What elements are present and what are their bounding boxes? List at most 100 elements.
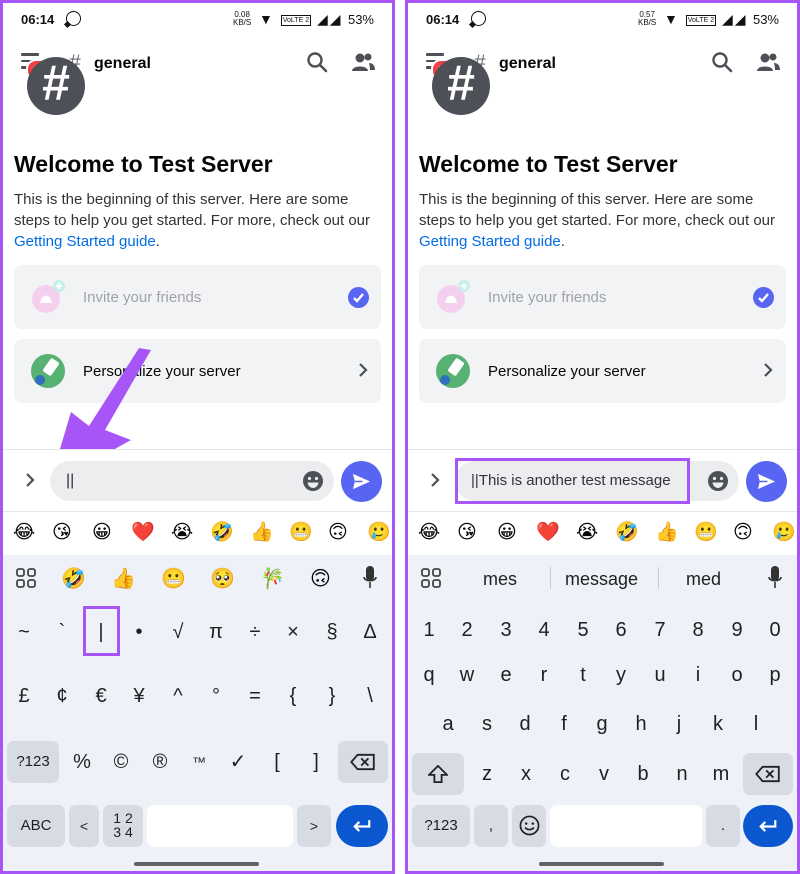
emoji-suggestion[interactable]: 👍 xyxy=(111,566,136,591)
key-6[interactable]: 6 xyxy=(604,609,638,651)
search-icon[interactable] xyxy=(306,51,328,73)
key-divide[interactable]: ÷ xyxy=(238,611,272,653)
key-checkmark[interactable]: ✓ xyxy=(221,741,255,783)
key-u[interactable]: u xyxy=(643,654,677,696)
key-7[interactable]: 7 xyxy=(643,609,677,651)
emoji-suggestion[interactable]: 😂 xyxy=(418,522,440,544)
emoji-suggestion[interactable]: 🥲 xyxy=(367,522,391,544)
key-c[interactable]: c xyxy=(548,753,582,795)
key-backtick[interactable]: ` xyxy=(45,611,79,653)
key-t[interactable]: t xyxy=(566,654,600,696)
key-degree[interactable]: ° xyxy=(199,675,233,717)
key-1[interactable]: 1 xyxy=(412,609,446,651)
emoji-suggestion[interactable]: 🤣 xyxy=(210,522,234,544)
key-copyright[interactable]: © xyxy=(104,741,138,783)
key-m[interactable]: m xyxy=(704,753,738,795)
channel-name[interactable]: general xyxy=(499,55,556,73)
key-0[interactable]: 0 xyxy=(758,609,792,651)
emoji-suggestion[interactable]: 🎋 xyxy=(260,566,285,591)
emoji-suggestion[interactable]: 😭 xyxy=(576,522,598,544)
key-cent[interactable]: ¢ xyxy=(45,675,79,717)
emoji-suggestion[interactable]: 🤣 xyxy=(615,522,639,544)
key-euro[interactable]: € xyxy=(84,675,118,717)
emoji-icon[interactable] xyxy=(302,470,324,492)
key-multiply[interactable]: × xyxy=(276,611,310,653)
key-delta[interactable]: Δ xyxy=(353,611,387,653)
emoji-suggestion[interactable]: ❤️ xyxy=(536,522,560,544)
key-less-than[interactable]: < xyxy=(69,805,99,847)
key-registered[interactable]: ® xyxy=(143,741,177,783)
key-pound[interactable]: £ xyxy=(7,675,41,717)
key-z[interactable]: z xyxy=(470,753,504,795)
emoji-suggestion[interactable]: 😬 xyxy=(161,566,186,591)
apps-grid-icon[interactable] xyxy=(16,568,36,588)
getting-started-link[interactable]: Getting Started guide xyxy=(419,233,561,250)
key-f[interactable]: f xyxy=(547,703,581,745)
enter-key[interactable] xyxy=(336,805,388,847)
key-3[interactable]: 3 xyxy=(489,609,523,651)
expand-icon[interactable] xyxy=(25,472,35,488)
emoji-suggestion[interactable]: 🥲 xyxy=(772,522,796,544)
emoji-suggestion[interactable]: 😘 xyxy=(457,522,477,544)
enter-key[interactable] xyxy=(743,805,793,847)
key-sqrt[interactable]: √ xyxy=(161,611,195,653)
key-s[interactable]: s xyxy=(470,703,504,745)
key-o[interactable]: o xyxy=(720,654,754,696)
key-y[interactable]: y xyxy=(604,654,638,696)
key-l[interactable]: l xyxy=(739,703,773,745)
key-caret[interactable]: ^ xyxy=(161,675,195,717)
key-yen[interactable]: ¥ xyxy=(122,675,156,717)
word-suggestion[interactable]: message xyxy=(565,569,638,590)
key-q[interactable]: q xyxy=(412,654,446,696)
key-trademark[interactable]: ™ xyxy=(182,741,216,783)
personalize-server-card[interactable]: Personalize your server xyxy=(419,339,786,403)
key-tilde[interactable]: ~ xyxy=(7,611,41,653)
emoji-suggestion[interactable]: ❤️ xyxy=(131,522,155,544)
shift-key[interactable] xyxy=(412,753,464,795)
emoji-suggestion[interactable]: 🥺 xyxy=(210,566,235,591)
space-key[interactable] xyxy=(550,805,702,847)
microphone-icon[interactable] xyxy=(768,566,782,590)
key-d[interactable]: d xyxy=(508,703,542,745)
key-pi[interactable]: π xyxy=(199,611,233,653)
microphone-icon[interactable] xyxy=(363,566,377,590)
key-abc[interactable]: ABC xyxy=(7,805,65,847)
key-b[interactable]: b xyxy=(626,753,660,795)
key-r[interactable]: r xyxy=(527,654,561,696)
key-bullet[interactable]: • xyxy=(122,611,156,653)
key-i[interactable]: i xyxy=(681,654,715,696)
key-equals[interactable]: = xyxy=(238,675,272,717)
channel-name[interactable]: general xyxy=(94,55,151,73)
emoji-suggestion[interactable]: 👍 xyxy=(250,522,274,544)
getting-started-link[interactable]: Getting Started guide xyxy=(14,233,156,250)
message-field[interactable]: || xyxy=(50,461,334,501)
key-9[interactable]: 9 xyxy=(720,609,754,651)
key-left-brace[interactable]: { xyxy=(276,675,310,717)
key-5[interactable]: 5 xyxy=(566,609,600,651)
word-suggestion[interactable]: mes xyxy=(483,569,517,590)
key-g[interactable]: g xyxy=(585,703,619,745)
key-k[interactable]: k xyxy=(701,703,735,745)
key-left-bracket[interactable]: [ xyxy=(260,741,294,783)
emoji-suggestion[interactable]: 😬 xyxy=(289,522,313,544)
key-backslash[interactable]: \ xyxy=(353,675,387,717)
key-symbols-toggle[interactable]: ?123 xyxy=(7,741,59,783)
key-percent[interactable]: % xyxy=(65,741,99,783)
key-right-brace[interactable]: } xyxy=(315,675,349,717)
space-key[interactable] xyxy=(147,805,293,847)
key-comma[interactable]: , xyxy=(474,805,508,847)
key-p[interactable]: p xyxy=(758,654,792,696)
key-symbol-page[interactable]: 1 23 4 xyxy=(103,805,143,847)
key-e[interactable]: e xyxy=(489,654,523,696)
key-a[interactable]: a xyxy=(431,703,465,745)
key-n[interactable]: n xyxy=(665,753,699,795)
key-w[interactable]: w xyxy=(450,654,484,696)
key-symbols-toggle[interactable]: ?123 xyxy=(412,805,470,847)
key-h[interactable]: h xyxy=(624,703,658,745)
key-v[interactable]: v xyxy=(587,753,621,795)
word-suggestion[interactable]: med xyxy=(686,569,721,590)
key-right-bracket[interactable]: ] xyxy=(299,741,333,783)
members-icon[interactable] xyxy=(756,51,780,73)
key-section[interactable]: § xyxy=(315,611,349,653)
send-button[interactable] xyxy=(341,461,382,502)
